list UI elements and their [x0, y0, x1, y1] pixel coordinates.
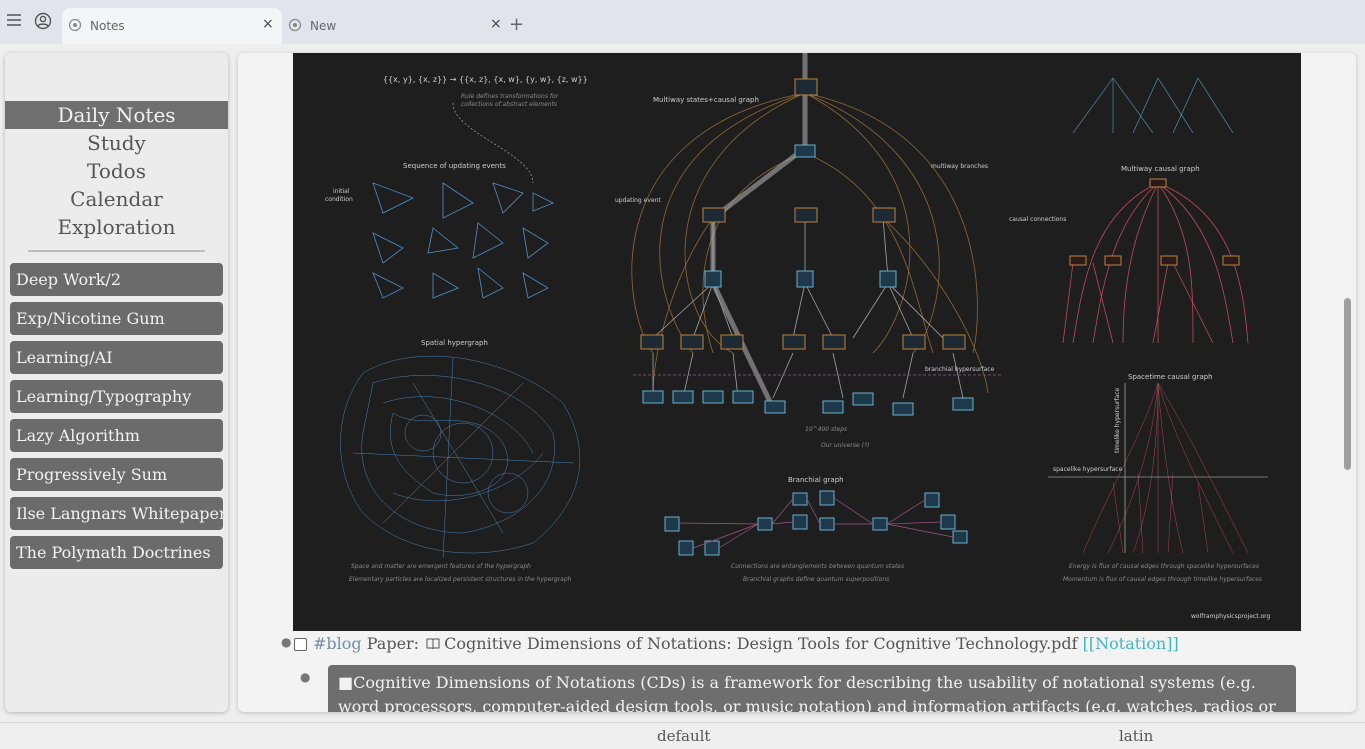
nav-daily-notes[interactable]: Daily Notes — [5, 101, 228, 129]
nav-todos[interactable]: Todos — [5, 157, 228, 185]
rule-arrow — [452, 102, 534, 184]
diagram-svg: {{x, y}, {x, z}} → {{x, z}, {x, w}, {y, … — [325, 53, 1270, 620]
tab-bar: Notes × New × + — [0, 0, 1365, 44]
new-tab-button[interactable]: + — [509, 14, 524, 35]
tab-favicon-icon — [68, 18, 82, 32]
branches-label: multiway branches — [931, 163, 988, 170]
nav-calendar[interactable]: Calendar — [5, 185, 228, 213]
rule-note-2: collections of abstract elements — [461, 101, 557, 108]
note-button[interactable]: Lazy Algorithm — [10, 419, 223, 452]
tab-notes[interactable]: Notes × — [62, 8, 282, 44]
wiki-link-notation[interactable]: [[Notation]] — [1083, 634, 1179, 653]
scrollbar-thumb[interactable] — [1344, 298, 1351, 470]
note-button[interactable]: Learning/AI — [10, 341, 223, 374]
pdf-title[interactable]: Cognitive Dimensions of Notations: Desig… — [444, 634, 1077, 653]
highlight-text: Cognitive Dimensions of Notations (CDs) … — [338, 673, 1276, 712]
multiway-causal-graph — [1062, 182, 1249, 344]
todo-checkbox[interactable] — [294, 638, 307, 651]
hamburger-menu-icon[interactable] — [6, 12, 26, 32]
caption-branch-2: Branchial graphs define quantum superpos… — [743, 576, 889, 583]
note-editor[interactable]: {{x, y}, {x, z}} → {{x, z}, {x, w}, {y, … — [238, 53, 1356, 712]
list-bullet: ● — [281, 635, 292, 649]
tab-title: New — [310, 19, 337, 33]
rule-text: {{x, y}, {x, z}} → {{x, z}, {x, w}, {y, … — [383, 75, 588, 84]
top-right-tree — [1072, 77, 1234, 134]
user-circle-icon[interactable] — [34, 12, 54, 32]
universe-label: Our universe (?) — [821, 442, 869, 449]
multiway-label: Multiway states+causal graph — [653, 96, 759, 104]
note-button[interactable]: Ilse Langnars Whitepaper — [10, 497, 227, 530]
state-connections — [652, 217, 964, 399]
sidebar-divider — [28, 250, 205, 252]
close-tab-icon[interactable]: × — [490, 16, 502, 32]
branchial-label: Branchial graph — [788, 476, 844, 484]
caption-space-2: Elementary particles are localized persi… — [349, 576, 572, 583]
causal-label: causal connections — [1009, 216, 1066, 223]
caption-branch-1: Connections are entanglements between qu… — [731, 563, 904, 570]
rule-note-1: Rule defines transformations for — [461, 93, 559, 100]
status-theme: default — [657, 727, 711, 745]
spatial-label: Spatial hypergraph — [421, 339, 488, 347]
note-button[interactable]: Deep Work/2 — [10, 263, 223, 296]
caption-time-1: Energy is flux of causal edges through s… — [1069, 563, 1259, 570]
tab-favicon-icon — [288, 18, 302, 32]
credit-label: wolframphysicsproject.org — [1191, 613, 1270, 620]
initial-label: initial — [333, 188, 350, 195]
close-tab-icon[interactable]: × — [262, 16, 274, 32]
condition-label: condition — [325, 196, 353, 203]
sequence-label: Sequence of updating events — [403, 162, 506, 170]
note-button[interactable]: The Polymath Doctrines — [10, 536, 223, 569]
todo-item: #blog Paper: Cognitive Dimensions of Not… — [294, 634, 1179, 653]
sidebar: Daily Notes Study Todos Calendar Explora… — [5, 53, 228, 712]
branchial-edges — [678, 497, 954, 549]
pdf-highlight-block[interactable]: ■Cognitive Dimensions of Notations (CDs)… — [328, 665, 1296, 712]
note-button[interactable]: Learning/Typography — [10, 380, 223, 413]
list-bullet: ● — [300, 670, 311, 684]
updating-label: updating event — [615, 197, 661, 204]
timelike-label: timelike hypersurface — [1114, 387, 1121, 453]
branchial-hyper-label: branchial hypersurface — [925, 366, 995, 373]
spacelike-label: spacelike hypersurface — [1053, 466, 1123, 473]
status-script: latin — [1119, 727, 1154, 745]
paper-prefix: Paper: — [366, 634, 420, 653]
blue-nodes — [642, 144, 974, 416]
spatial-hypergraph — [340, 355, 581, 559]
nav-exploration[interactable]: Exploration — [5, 213, 228, 241]
caption-time-2: Momentum is flux of causal edges through… — [1063, 576, 1262, 583]
spacetime-label: Spacetime causal graph — [1128, 373, 1213, 381]
tab-new[interactable]: New × — [282, 8, 504, 44]
note-button[interactable]: Progressively Sum — [10, 458, 223, 491]
open-book-icon[interactable] — [426, 635, 440, 650]
note-button[interactable]: Exp/Nicotine Gum — [10, 302, 223, 335]
status-bar: default latin — [0, 722, 1365, 749]
highlighted-path — [710, 53, 808, 410]
update-sequence — [372, 182, 554, 299]
wolfram-physics-diagram: {{x, y}, {x, z}} → {{x, z}, {x, w}, {y, … — [293, 53, 1301, 631]
multiway-causal-label: Multiway causal graph — [1121, 165, 1200, 173]
caption-space-1: Space and matter are emergent features o… — [351, 563, 531, 570]
highlight-marker: ■ — [338, 673, 354, 692]
nav-study[interactable]: Study — [5, 129, 228, 157]
tag-blog[interactable]: #blog — [313, 634, 362, 653]
causal-nodes — [1069, 178, 1240, 266]
steps-label: 10^400 steps — [805, 426, 847, 433]
tab-title: Notes — [90, 19, 125, 33]
